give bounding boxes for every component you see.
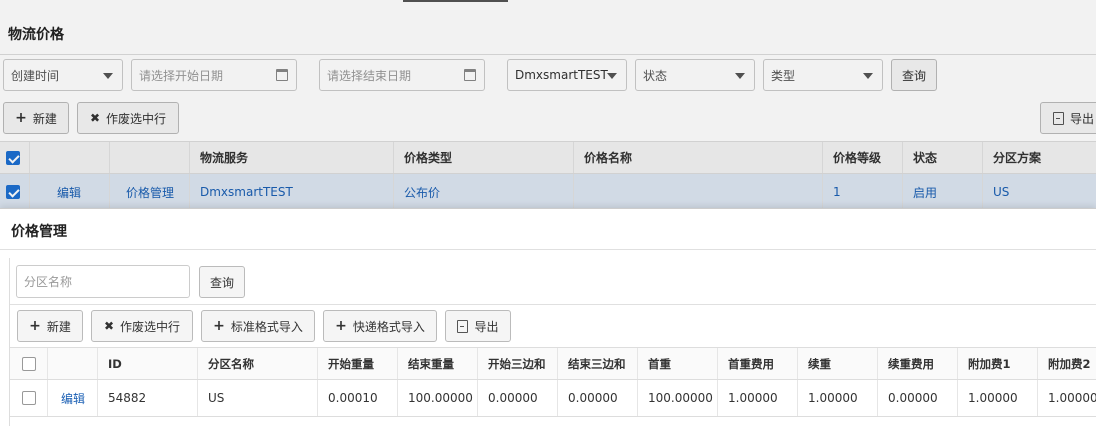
price-management-dialog: 价格管理 分区名称 查询 + 新建 ✖ 作废选中行 + 标准格式导入 + 快递格…	[0, 208, 1096, 426]
header-cell: 开始重量	[318, 348, 398, 379]
zone-name-placeholder: 分区名称	[24, 275, 73, 289]
header-cell: 首重费用	[718, 348, 798, 379]
header-cell: 附加费1	[958, 348, 1038, 379]
dialog-body: 分区名称 查询 + 新建 ✖ 作废选中行 + 标准格式导入 + 快递格式导入 导…	[9, 258, 1096, 426]
start-dim-sum-cell: 0.00000	[478, 380, 558, 416]
new-button[interactable]: + 新建	[17, 310, 83, 342]
void-selected-button[interactable]: ✖ 作废选中行	[91, 310, 193, 342]
header-cell: 首重	[638, 348, 718, 379]
first-weight-cell: 100.00000	[638, 380, 718, 416]
query-button[interactable]: 查询	[199, 266, 245, 298]
header-cell: 分区名称	[198, 348, 318, 379]
express-import-button[interactable]: + 快递格式导入	[323, 310, 437, 342]
header-cell: ID	[98, 348, 198, 379]
plus-icon: +	[213, 318, 225, 334]
end-dim-sum-cell: 0.00000	[558, 380, 638, 416]
continued-weight-cell: 1.00000	[798, 380, 878, 416]
export-button[interactable]: 导出	[445, 310, 511, 342]
end-weight-cell: 100.00000	[398, 380, 478, 416]
header-cell: 续重费用	[878, 348, 958, 379]
divider	[10, 304, 1096, 305]
surcharge1-cell: 1.00000	[958, 380, 1038, 416]
id-cell: 54882	[98, 380, 198, 416]
plus-icon: +	[29, 318, 41, 334]
header-cell	[48, 348, 98, 379]
table-row: 编辑 54882 US 0.00010 100.00000 0.00000 0.…	[10, 380, 1096, 417]
zone-table-header: ID 分区名称 开始重量 结束重量 开始三边和 结束三边和 首重 首重费用 续重…	[10, 347, 1096, 380]
surcharge2-cell: 1.00000	[1048, 391, 1096, 405]
standard-import-button[interactable]: + 标准格式导入	[201, 310, 315, 342]
header-cell: 结束三边和	[558, 348, 638, 379]
first-weight-fee-cell: 1.00000	[718, 380, 798, 416]
close-icon: ✖	[103, 319, 115, 333]
plus-icon: +	[335, 318, 347, 334]
export-icon	[457, 319, 469, 333]
modal-backdrop	[0, 0, 1096, 208]
edit-link[interactable]: 编辑	[48, 380, 98, 416]
start-weight-cell: 0.00010	[318, 380, 398, 416]
export-button-label: 导出	[474, 319, 499, 334]
new-button-label: 新建	[46, 319, 71, 334]
header-cell: 附加费2	[1048, 356, 1091, 371]
zone-name-cell: US	[198, 380, 318, 416]
divider	[0, 249, 1096, 250]
express-import-label: 快递格式导入	[352, 319, 425, 334]
void-button-label: 作废选中行	[120, 319, 181, 334]
dialog-title: 价格管理	[11, 224, 67, 240]
header-cell: 续重	[798, 348, 878, 379]
zone-name-input[interactable]: 分区名称	[16, 265, 190, 298]
header-cell: 开始三边和	[478, 348, 558, 379]
select-all-checkbox[interactable]	[10, 348, 48, 379]
header-cell: 结束重量	[398, 348, 478, 379]
row-checkbox[interactable]	[10, 380, 48, 416]
standard-import-label: 标准格式导入	[230, 319, 303, 334]
continued-weight-fee-cell: 0.00000	[878, 380, 958, 416]
